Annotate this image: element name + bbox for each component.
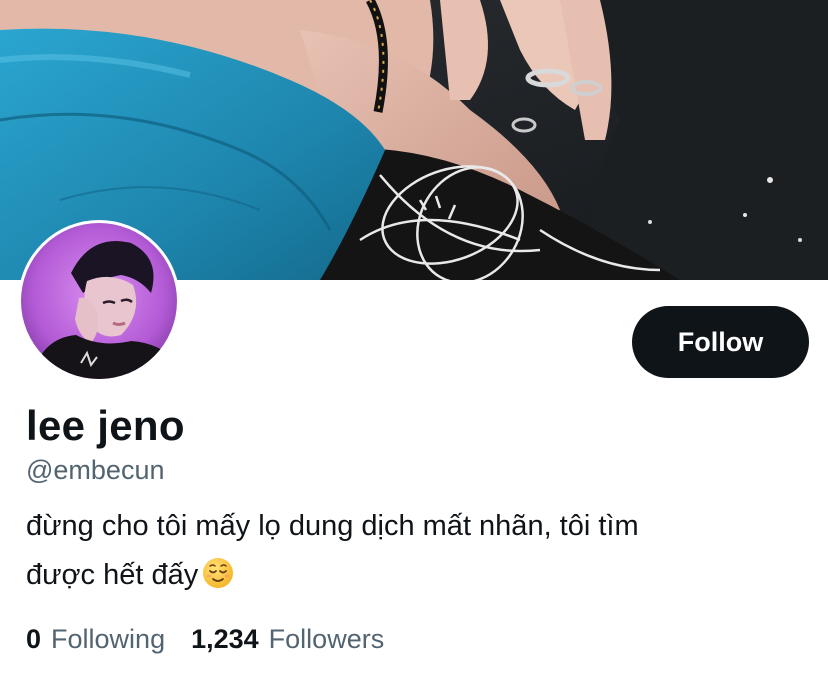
user-handle: @embecun: [26, 455, 165, 485]
relieved-face-emoji-icon: [203, 558, 234, 588]
follow-button[interactable]: Follow: [632, 306, 809, 378]
followers-stat[interactable]: 1,234 Followers: [191, 624, 384, 655]
bio-line-2-wrap: được hết đấy: [26, 551, 806, 600]
profile-stats: 0 Following 1,234 Followers: [26, 624, 384, 655]
bio-line-2: được hết đấy: [26, 559, 199, 591]
display-name: lee jeno: [26, 402, 185, 449]
following-label: Following: [51, 624, 166, 654]
profile-bio: đừng cho tôi mấy lọ dung dịch mất nhãn, …: [26, 502, 806, 600]
profile-header: Follow lee jeno @embecun đừng cho tôi mấ…: [0, 0, 828, 686]
following-count: 0: [26, 624, 42, 654]
profile-avatar[interactable]: [18, 220, 180, 382]
followers-count: 1,234: [191, 624, 259, 654]
bio-line-1: đừng cho tôi mấy lọ dung dịch mất nhãn, …: [26, 510, 639, 542]
following-stat[interactable]: 0 Following: [26, 624, 165, 655]
followers-label: Followers: [268, 624, 385, 654]
